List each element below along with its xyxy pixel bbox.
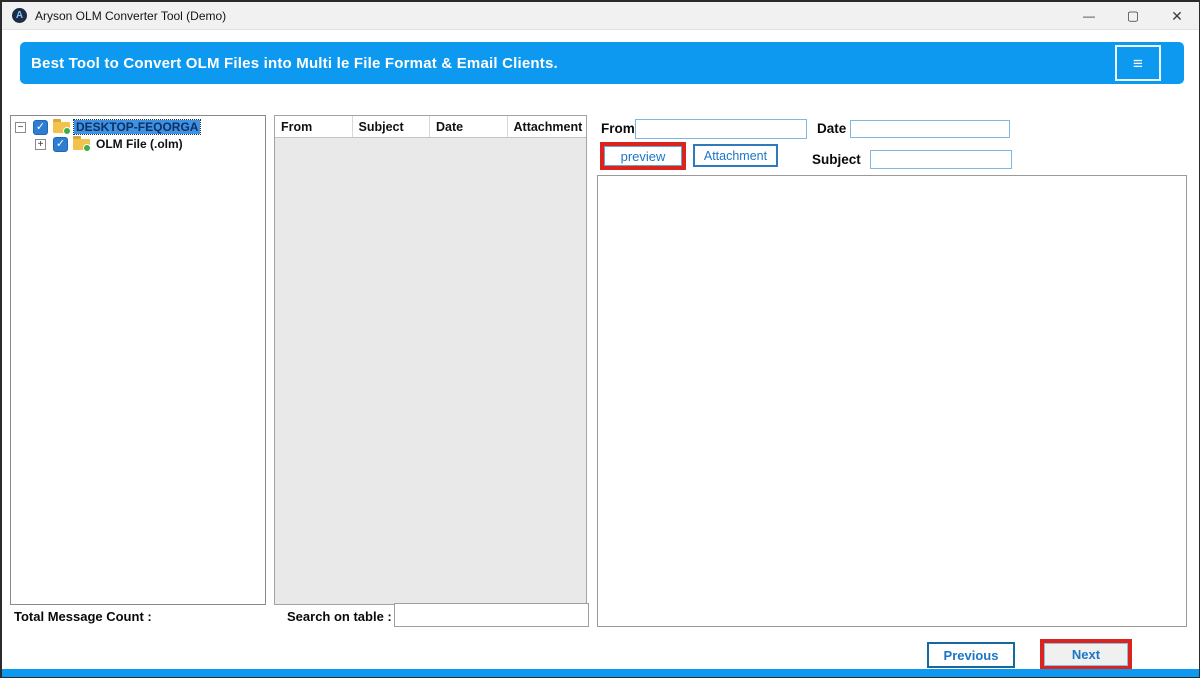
subject-field-wrap [870, 150, 1012, 169]
attachment-button[interactable]: Attachment [693, 144, 778, 167]
column-header-attachment[interactable]: Attachment [508, 116, 586, 137]
column-header-subject[interactable]: Subject [353, 116, 431, 137]
tree-item-label[interactable]: DESKTOP-FEQORGA [74, 120, 200, 134]
preview-button[interactable]: preview [604, 146, 682, 166]
date-field[interactable] [851, 122, 1009, 138]
app-window: A Aryson OLM Converter Tool (Demo) — ▢ ✕… [0, 0, 1200, 678]
collapse-icon[interactable]: − [15, 122, 26, 133]
from-field-wrap [635, 119, 807, 139]
message-table-body [275, 138, 586, 604]
next-button[interactable]: Next [1044, 643, 1128, 666]
subject-label: Subject [812, 152, 861, 167]
tree-item-olm-file[interactable]: + ✓ OLM File (.olm) [31, 136, 265, 152]
folder-icon [73, 139, 90, 150]
email-preview-pane [597, 175, 1187, 627]
message-table: From Subject Date Attachment [274, 115, 587, 605]
folder-tree-panel: − ✓ DESKTOP-FEQORGA + ✓ OLM File (.olm) [10, 115, 266, 605]
search-on-table-label: Search on table : [287, 609, 392, 624]
bottom-accent-bar [2, 669, 1199, 677]
hamburger-icon: ≡ [1133, 55, 1143, 72]
date-label: Date [817, 121, 846, 136]
title-bar: A Aryson OLM Converter Tool (Demo) — ▢ ✕ [2, 2, 1199, 30]
subject-field[interactable] [871, 152, 1011, 169]
minimize-icon[interactable]: — [1067, 2, 1111, 30]
window-controls: — ▢ ✕ [1067, 2, 1199, 30]
search-input[interactable] [395, 604, 588, 626]
message-table-header: From Subject Date Attachment [275, 116, 586, 138]
checkbox-checked-icon[interactable]: ✓ [33, 120, 48, 135]
next-highlight-box: Next [1040, 639, 1132, 670]
total-message-count-label: Total Message Count : [14, 609, 152, 624]
tree-item-label[interactable]: OLM File (.olm) [94, 137, 185, 151]
promo-banner: Best Tool to Convert OLM Files into Mult… [20, 42, 1184, 84]
window-title: Aryson OLM Converter Tool (Demo) [35, 9, 226, 23]
preview-highlight-box: preview [600, 142, 686, 170]
maximize-icon[interactable]: ▢ [1111, 2, 1155, 30]
folder-icon [53, 122, 70, 133]
from-field[interactable] [636, 120, 806, 138]
search-field-wrap [394, 603, 589, 627]
checkbox-checked-icon[interactable]: ✓ [53, 137, 68, 152]
menu-button[interactable]: ≡ [1115, 45, 1161, 81]
column-header-date[interactable]: Date [430, 116, 508, 137]
close-icon[interactable]: ✕ [1155, 2, 1199, 30]
date-field-wrap [850, 120, 1010, 138]
expand-icon[interactable]: + [35, 139, 46, 150]
banner-text: Best Tool to Convert OLM Files into Mult… [31, 55, 558, 72]
app-logo-icon: A [12, 8, 27, 23]
from-label: From [601, 121, 635, 136]
column-header-from[interactable]: From [275, 116, 353, 137]
previous-button[interactable]: Previous [927, 642, 1015, 668]
tree-item-desktop[interactable]: − ✓ DESKTOP-FEQORGA [11, 119, 265, 135]
